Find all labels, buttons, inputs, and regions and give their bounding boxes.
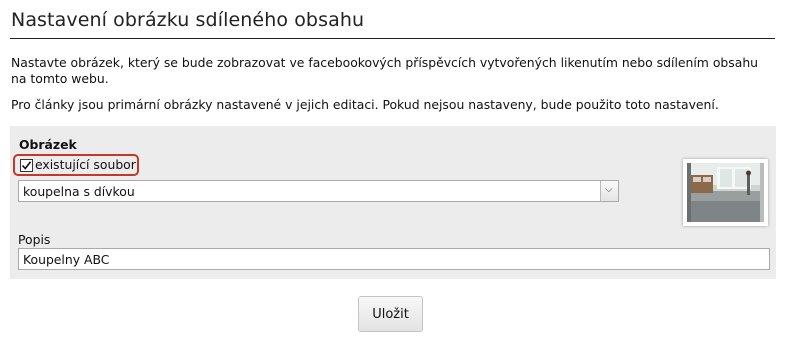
image-file-select[interactable]: koupelna s dívkou ⌵ [18,180,619,202]
title-divider [10,38,775,39]
save-button[interactable]: Uložit [358,296,423,332]
image-file-select-value: koupelna s dívkou [23,184,135,199]
image-thumbnail [683,159,768,226]
page-title: Nastavení obrázku sdíleného obsahu [11,9,365,31]
note-text: Pro články jsou primární obrázky nastave… [11,97,719,112]
existing-file-label: existující soubor [35,157,136,172]
existing-file-checkbox[interactable]: existující soubor [13,154,139,176]
description-label: Popis [18,232,51,247]
dropdown-arrow[interactable]: ⌵ [600,181,618,201]
description-input[interactable] [18,248,770,270]
checkbox-checked-icon[interactable] [20,159,33,172]
chevron-down-icon: ⌵ [605,184,613,195]
intro-text: Nastavte obrázek, který se bude zobrazov… [11,55,759,86]
image-label: Obrázek [19,137,77,152]
